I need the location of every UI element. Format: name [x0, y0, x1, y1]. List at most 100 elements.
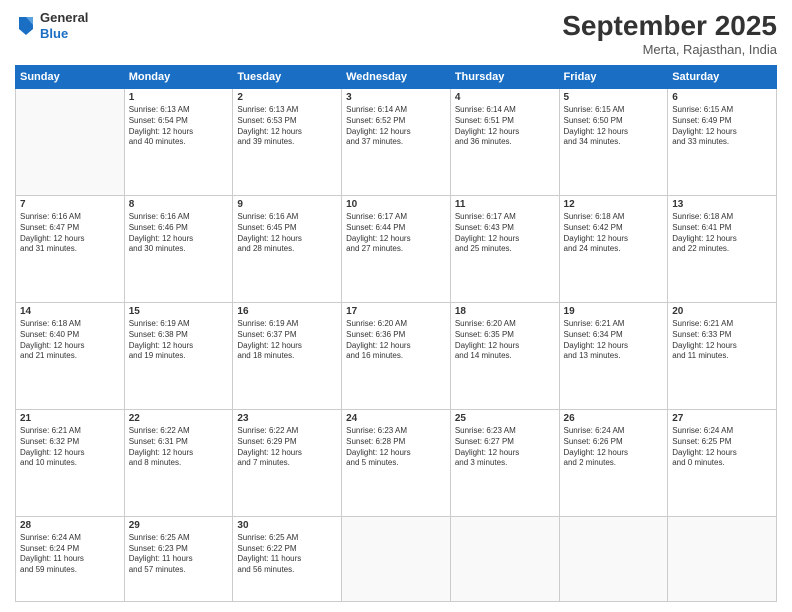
day-number: 25	[455, 413, 555, 424]
day-number: 29	[129, 520, 229, 531]
table-row: 25 Sunrise: 6:23 AM Sunset: 6:27 PM Dayli…	[450, 409, 559, 516]
col-tuesday: Tuesday	[233, 66, 342, 89]
table-row: 6Sunrise: 6:15 AM Sunset: 6:49 PM Daylig…	[668, 89, 777, 196]
day-info: Sunrise: 6:17 AM Sunset: 6:44 PM Dayligh…	[346, 212, 446, 255]
day-number: 17	[346, 306, 446, 317]
day-info: Sunrise: 6:15 AM Sunset: 6:50 PM Dayligh…	[564, 105, 664, 148]
table-row: 18 Sunrise: 6:20 AM Sunset: 6:35 PM Dayli…	[450, 302, 559, 409]
day-info: Sunrise: 6:25 AM Sunset: 6:22 PM Dayligh…	[237, 533, 337, 576]
col-thursday: Thursday	[450, 66, 559, 89]
day-info: Sunrise: 6:17 AM Sunset: 6:43 PM Dayligh…	[455, 212, 555, 255]
table-row: 3 Sunrise: 6:14 AM Sunset: 6:52 PM Daylig…	[342, 89, 451, 196]
day-info: Sunrise: 6:21 AM Sunset: 6:33 PM Dayligh…	[672, 319, 772, 362]
day-number: 28	[20, 520, 120, 531]
col-wednesday: Wednesday	[342, 66, 451, 89]
logo-general: General	[40, 10, 88, 26]
day-number: 16	[237, 306, 337, 317]
day-number: 20	[672, 306, 772, 317]
calendar-header-row: Sunday Monday Tuesday Wednesday Thursday…	[16, 66, 777, 89]
day-info: Sunrise: 6:19 AM Sunset: 6:37 PM Dayligh…	[237, 319, 337, 362]
day-info: Sunrise: 6:18 AM Sunset: 6:41 PM Dayligh…	[672, 212, 772, 255]
day-number: 11	[455, 199, 555, 210]
day-info: Sunrise: 6:13 AM Sunset: 6:54 PM Dayligh…	[129, 105, 229, 148]
day-info: Sunrise: 6:22 AM Sunset: 6:31 PM Dayligh…	[129, 426, 229, 469]
page: General Blue September 2025 Merta, Rajas…	[0, 0, 792, 612]
day-info: Sunrise: 6:24 AM Sunset: 6:24 PM Dayligh…	[20, 533, 120, 576]
day-info: Sunrise: 6:23 AM Sunset: 6:27 PM Dayligh…	[455, 426, 555, 469]
day-info: Sunrise: 6:14 AM Sunset: 6:51 PM Dayligh…	[455, 105, 555, 148]
day-info: Sunrise: 6:19 AM Sunset: 6:38 PM Dayligh…	[129, 319, 229, 362]
day-info: Sunrise: 6:24 AM Sunset: 6:26 PM Dayligh…	[564, 426, 664, 469]
day-info: Sunrise: 6:18 AM Sunset: 6:40 PM Dayligh…	[20, 319, 120, 362]
table-row	[342, 516, 451, 601]
day-info: Sunrise: 6:16 AM Sunset: 6:45 PM Dayligh…	[237, 212, 337, 255]
day-number: 10	[346, 199, 446, 210]
logo: General Blue	[15, 10, 88, 41]
table-row: 28 Sunrise: 6:24 AM Sunset: 6:24 PM Dayli…	[16, 516, 125, 601]
day-number: 5	[564, 92, 664, 103]
day-number: 18	[455, 306, 555, 317]
day-info: Sunrise: 6:13 AM Sunset: 6:53 PM Dayligh…	[237, 105, 337, 148]
table-row: 20 Sunrise: 6:21 AM Sunset: 6:33 PM Dayli…	[668, 302, 777, 409]
day-number: 26	[564, 413, 664, 424]
day-number: 12	[564, 199, 664, 210]
table-row: 13 Sunrise: 6:18 AM Sunset: 6:41 PM Dayli…	[668, 195, 777, 302]
table-row: 5 Sunrise: 6:15 AM Sunset: 6:50 PM Daylig…	[559, 89, 668, 196]
table-row	[450, 516, 559, 601]
table-row: 7Sunrise: 6:16 AM Sunset: 6:47 PM Daylig…	[16, 195, 125, 302]
header: General Blue September 2025 Merta, Rajas…	[15, 10, 777, 57]
day-number: 2	[237, 92, 337, 103]
table-row: 15 Sunrise: 6:19 AM Sunset: 6:38 PM Dayli…	[124, 302, 233, 409]
location-subtitle: Merta, Rajasthan, India	[562, 42, 777, 57]
logo-icon	[17, 15, 35, 37]
calendar-week-row: 1 Sunrise: 6:13 AM Sunset: 6:54 PM Daylig…	[16, 89, 777, 196]
table-row	[16, 89, 125, 196]
day-number: 13	[672, 199, 772, 210]
table-row: 1 Sunrise: 6:13 AM Sunset: 6:54 PM Daylig…	[124, 89, 233, 196]
day-info: Sunrise: 6:21 AM Sunset: 6:32 PM Dayligh…	[20, 426, 120, 469]
table-row: 23 Sunrise: 6:22 AM Sunset: 6:29 PM Dayli…	[233, 409, 342, 516]
table-row	[668, 516, 777, 601]
title-section: September 2025 Merta, Rajasthan, India	[562, 10, 777, 57]
day-number: 14	[20, 306, 120, 317]
day-number: 15	[129, 306, 229, 317]
table-row: 27Sunrise: 6:24 AM Sunset: 6:25 PM Dayli…	[668, 409, 777, 516]
table-row: 29Sunrise: 6:25 AM Sunset: 6:23 PM Dayli…	[124, 516, 233, 601]
calendar-table: Sunday Monday Tuesday Wednesday Thursday…	[15, 65, 777, 602]
table-row: 19 Sunrise: 6:21 AM Sunset: 6:34 PM Dayli…	[559, 302, 668, 409]
day-number: 9	[237, 199, 337, 210]
day-number: 7	[20, 199, 120, 210]
day-number: 1	[129, 92, 229, 103]
table-row: 14 Sunrise: 6:18 AM Sunset: 6:40 PM Dayli…	[16, 302, 125, 409]
day-info: Sunrise: 6:14 AM Sunset: 6:52 PM Dayligh…	[346, 105, 446, 148]
day-number: 24	[346, 413, 446, 424]
calendar-week-row: 14 Sunrise: 6:18 AM Sunset: 6:40 PM Dayli…	[16, 302, 777, 409]
day-number: 19	[564, 306, 664, 317]
table-row: 2 Sunrise: 6:13 AM Sunset: 6:53 PM Daylig…	[233, 89, 342, 196]
col-saturday: Saturday	[668, 66, 777, 89]
col-sunday: Sunday	[16, 66, 125, 89]
day-number: 22	[129, 413, 229, 424]
table-row: 8Sunrise: 6:16 AM Sunset: 6:46 PM Daylig…	[124, 195, 233, 302]
day-info: Sunrise: 6:18 AM Sunset: 6:42 PM Dayligh…	[564, 212, 664, 255]
day-info: Sunrise: 6:22 AM Sunset: 6:29 PM Dayligh…	[237, 426, 337, 469]
table-row: 16 Sunrise: 6:19 AM Sunset: 6:37 PM Dayli…	[233, 302, 342, 409]
day-info: Sunrise: 6:20 AM Sunset: 6:36 PM Dayligh…	[346, 319, 446, 362]
table-row: 30Sunrise: 6:25 AM Sunset: 6:22 PM Dayli…	[233, 516, 342, 601]
day-number: 3	[346, 92, 446, 103]
calendar-week-row: 21 Sunrise: 6:21 AM Sunset: 6:32 PM Dayli…	[16, 409, 777, 516]
month-title: September 2025	[562, 10, 777, 42]
day-number: 23	[237, 413, 337, 424]
logo-blue: Blue	[40, 26, 88, 42]
day-info: Sunrise: 6:24 AM Sunset: 6:25 PM Dayligh…	[672, 426, 772, 469]
day-number: 21	[20, 413, 120, 424]
day-info: Sunrise: 6:23 AM Sunset: 6:28 PM Dayligh…	[346, 426, 446, 469]
day-info: Sunrise: 6:21 AM Sunset: 6:34 PM Dayligh…	[564, 319, 664, 362]
day-number: 8	[129, 199, 229, 210]
col-monday: Monday	[124, 66, 233, 89]
calendar-week-row: 7Sunrise: 6:16 AM Sunset: 6:47 PM Daylig…	[16, 195, 777, 302]
calendar-week-row: 28 Sunrise: 6:24 AM Sunset: 6:24 PM Dayli…	[16, 516, 777, 601]
col-friday: Friday	[559, 66, 668, 89]
day-info: Sunrise: 6:20 AM Sunset: 6:35 PM Dayligh…	[455, 319, 555, 362]
day-info: Sunrise: 6:15 AM Sunset: 6:49 PM Dayligh…	[672, 105, 772, 148]
